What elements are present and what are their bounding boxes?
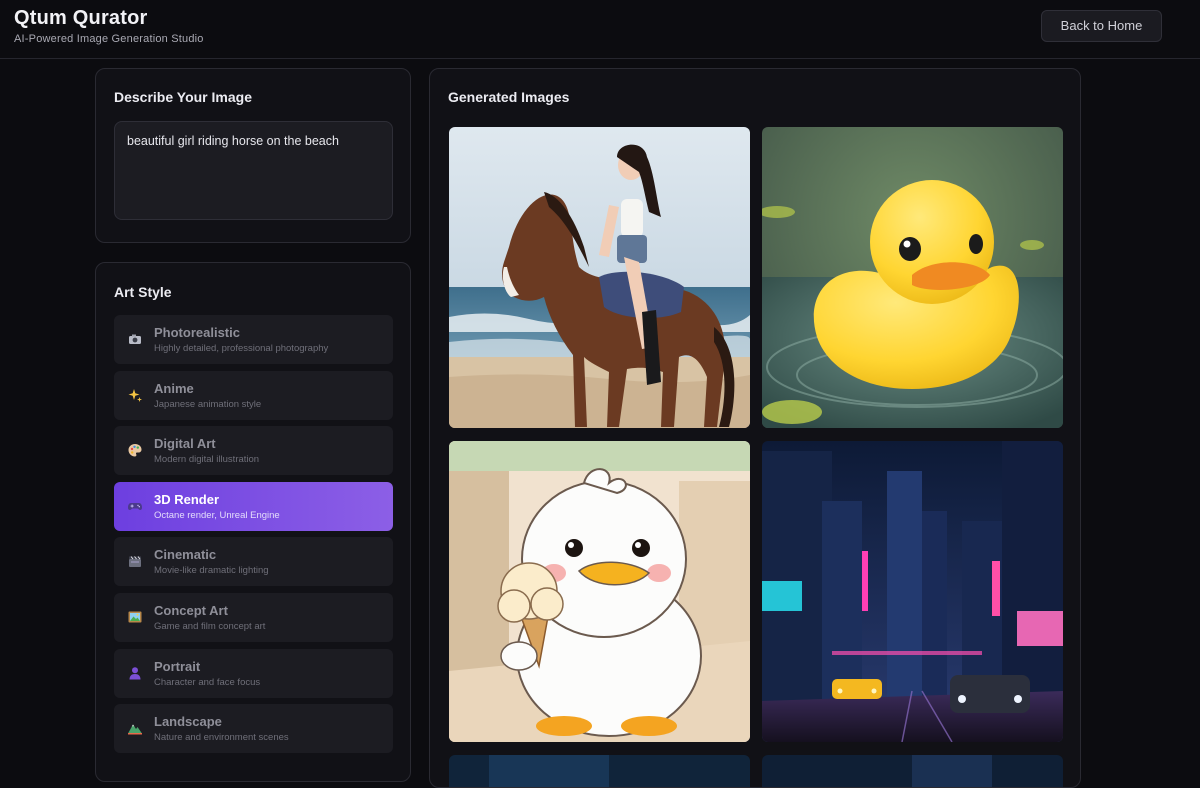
app-subtitle: AI-Powered Image Generation Studio	[14, 33, 204, 45]
person-silhouette-icon	[127, 665, 143, 681]
style-option-photorealistic[interactable]: Photorealistic Highly detailed, professi…	[114, 315, 393, 364]
style-label: 3D Render	[154, 492, 220, 507]
style-description: Octane render, Unreal Engine	[154, 510, 280, 521]
style-description: Movie-like dramatic lighting	[154, 565, 269, 576]
style-label: Cinematic	[154, 547, 217, 562]
style-description: Character and face focus	[154, 677, 261, 688]
mountain-icon	[127, 720, 143, 736]
style-description: Game and film concept art	[154, 621, 266, 632]
generated-images-panel: Generated Images	[429, 68, 1081, 788]
palette-icon	[127, 442, 143, 458]
describe-panel: Describe Your Image beautiful girl ridin…	[95, 68, 411, 243]
style-label: Anime	[154, 381, 194, 396]
style-label: Photorealistic	[154, 325, 240, 340]
style-option-portrait[interactable]: Portrait Character and face focus	[114, 649, 393, 698]
describe-title: Describe Your Image	[114, 89, 252, 105]
style-label: Portrait	[154, 659, 201, 674]
generated-images-title: Generated Images	[448, 89, 570, 105]
style-option-3d-render[interactable]: 3D Render Octane render, Unreal Engine	[114, 482, 393, 531]
style-label: Landscape	[154, 714, 222, 729]
generated-image-partial-left[interactable]	[449, 755, 750, 787]
style-option-cinematic[interactable]: Cinematic Movie-like dramatic lighting	[114, 537, 393, 586]
style-option-landscape[interactable]: Landscape Nature and environment scenes	[114, 704, 393, 753]
style-description: Nature and environment scenes	[154, 732, 289, 743]
generated-image-partial-right[interactable]	[762, 755, 1063, 787]
clapperboard-icon	[127, 553, 143, 569]
style-description: Highly detailed, professional photograph…	[154, 343, 329, 354]
game-controller-icon	[127, 498, 143, 514]
sparkles-icon	[127, 387, 143, 403]
generated-image-rubber-duck[interactable]	[762, 127, 1063, 428]
art-style-title: Art Style	[114, 284, 172, 300]
generated-image-cartoon-duck[interactable]	[449, 441, 750, 742]
style-description: Japanese animation style	[154, 399, 262, 410]
style-option-anime[interactable]: Anime Japanese animation style	[114, 371, 393, 420]
generated-image-neon-city[interactable]	[762, 441, 1063, 742]
style-label: Concept Art	[154, 603, 228, 618]
app-title: Qtum Qurator	[14, 7, 148, 29]
framed-picture-icon	[127, 609, 143, 625]
style-description: Modern digital illustration	[154, 454, 260, 465]
camera-icon	[127, 331, 143, 347]
style-option-digital-art[interactable]: Digital Art Modern digital illustration	[114, 426, 393, 475]
top-bar: Qtum Qurator AI-Powered Image Generation…	[0, 0, 1200, 59]
back-to-home-button[interactable]: Back to Home	[1041, 10, 1162, 42]
generated-image-horse[interactable]	[449, 127, 750, 428]
prompt-textarea[interactable]: beautiful girl riding horse on the beach	[114, 121, 393, 220]
style-label: Digital Art	[154, 436, 216, 451]
art-style-panel: Art Style Photorealistic Highly detailed…	[95, 262, 411, 782]
style-option-concept-art[interactable]: Concept Art Game and film concept art	[114, 593, 393, 642]
